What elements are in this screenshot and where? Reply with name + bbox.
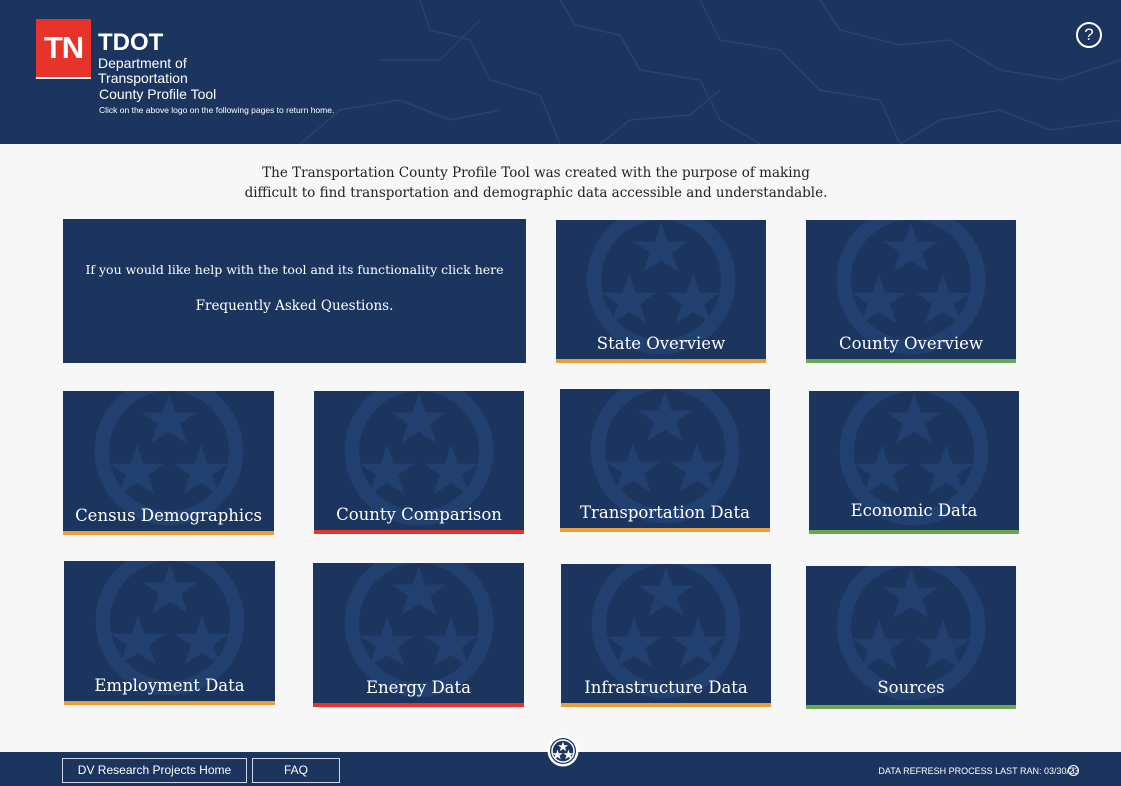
intro-text: The Transportation County Profile Tool w… xyxy=(200,163,872,203)
tool-name: County Profile Tool xyxy=(99,86,217,102)
infrastructure-data-tile[interactable]: Infrastructure Data xyxy=(561,564,771,707)
transportation-data-tile[interactable]: Transportation Data xyxy=(560,389,770,532)
intro-line2: difficult to find transportation and dem… xyxy=(244,185,828,201)
employment-data-tile[interactable]: Employment Data xyxy=(64,561,275,705)
tile-label: County Comparison xyxy=(336,505,502,524)
tile-accent-bar xyxy=(806,705,1016,709)
tile-accent-bar xyxy=(556,359,766,363)
help-button[interactable]: ? xyxy=(1076,22,1102,48)
intro-line1: The Transportation County Profile Tool w… xyxy=(262,165,810,181)
tile-accent-bar xyxy=(806,359,1016,363)
tile-accent-bar xyxy=(561,703,771,707)
tile-label: State Overview xyxy=(596,334,726,353)
tile-accent-bar xyxy=(64,701,275,705)
energy-data-tile[interactable]: Energy Data xyxy=(313,563,524,707)
org-name-line2: Transportation xyxy=(98,70,188,86)
sources-tile[interactable]: Sources xyxy=(806,566,1016,709)
tile-label: Infrastructure Data xyxy=(584,678,748,697)
data-refresh-status: DATA REFRESH PROCESS LAST RAN: 03/30/23 xyxy=(878,766,1079,776)
faq-link[interactable]: Frequently Asked Questions. xyxy=(63,296,526,316)
tn-logo[interactable]: TN xyxy=(36,19,91,77)
tile-label: Employment Data xyxy=(94,676,245,695)
tile-label: Energy Data xyxy=(366,678,471,697)
header-banner: TN TDOT Department of Transportation Cou… xyxy=(0,0,1121,144)
tile-label: Census Demographics xyxy=(75,506,262,525)
research-home-button[interactable]: DV Research Projects Home xyxy=(62,758,247,783)
tile-label: Transportation Data xyxy=(580,503,750,522)
census-demographics-tile[interactable]: Census Demographics xyxy=(63,391,274,535)
tile-label: Economic Data xyxy=(850,501,978,520)
org-abbreviation: TDOT xyxy=(98,29,164,56)
tile-label: Sources xyxy=(877,678,945,697)
tri-star-seal-icon xyxy=(547,735,579,767)
county-overview-tile[interactable]: County Overview xyxy=(806,220,1016,363)
county-comparison-tile[interactable]: County Comparison xyxy=(314,391,524,534)
question-circle-icon: ? xyxy=(1084,25,1094,44)
faq-tile: If you would like help with the tool and… xyxy=(63,219,526,363)
tile-label: County Overview xyxy=(839,334,983,353)
home-hint: Click on the above logo on the following… xyxy=(99,105,335,115)
logo-underline xyxy=(36,77,91,79)
tile-accent-bar xyxy=(314,530,524,534)
tile-accent-bar xyxy=(560,528,770,532)
org-name-line1: Department of xyxy=(98,55,187,71)
faq-help-text: If you would like help with the tool and… xyxy=(85,262,504,277)
tile-accent-bar xyxy=(313,703,524,707)
faq-button[interactable]: FAQ xyxy=(252,758,340,783)
info-circle-icon[interactable]: i xyxy=(1068,765,1079,776)
tile-accent-bar xyxy=(63,531,274,535)
tile-accent-bar xyxy=(809,530,1019,534)
state-overview-tile[interactable]: State Overview xyxy=(556,220,766,363)
economic-data-tile[interactable]: Economic Data xyxy=(809,391,1019,534)
